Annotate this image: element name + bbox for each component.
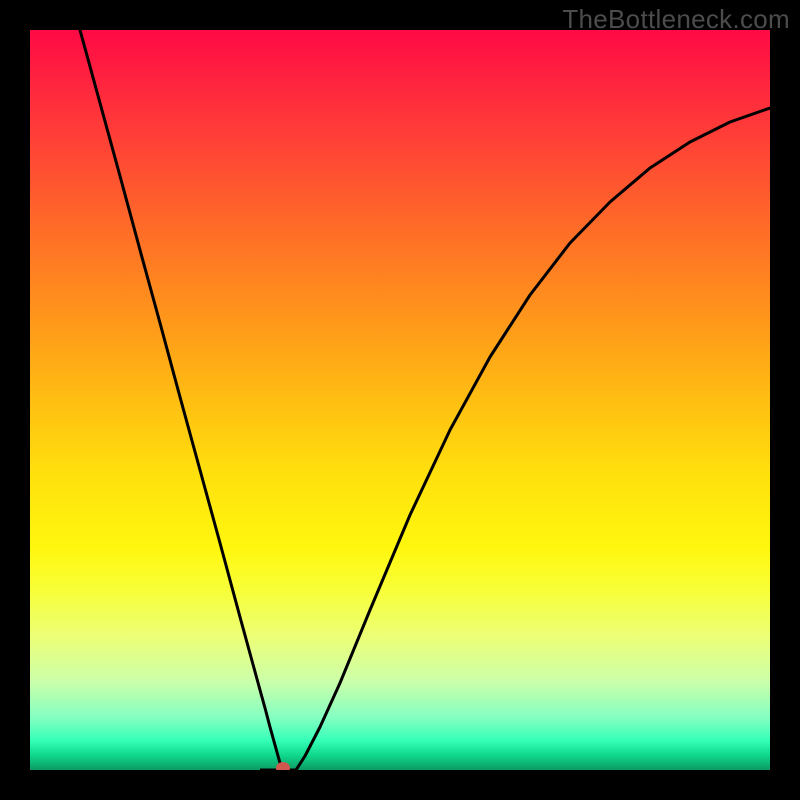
watermark-text: TheBottleneck.com [562, 4, 790, 35]
plot-area: {"comment":"additional bind hooks for no… [30, 30, 770, 770]
chart-frame: TheBottleneck.com {"comment":"additional… [0, 0, 800, 800]
curve-line [80, 30, 770, 770]
minimum-marker [276, 762, 290, 770]
curve-svg: {"comment":"additional bind hooks for no… [30, 30, 770, 770]
